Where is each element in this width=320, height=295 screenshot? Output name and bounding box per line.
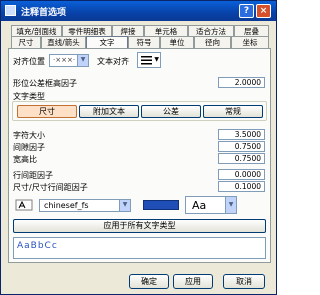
window-title: 注释首选项 [21, 8, 67, 18]
dim-line-spacing-factor-input[interactable]: 0.1000 [218, 181, 265, 192]
alignment-position-dropdown[interactable]: ·×××· ▼ [49, 54, 89, 67]
tab-units[interactable]: 单位 [160, 36, 194, 48]
gap-factor-input[interactable]: 0.7500 [218, 141, 265, 152]
tab-line-arrow[interactable]: 直线/箭头 [41, 36, 86, 48]
chevron-down-icon: ▼ [77, 55, 88, 66]
cancel-button[interactable]: 取消 [223, 274, 265, 289]
text-preview-area: AaBbCc [13, 237, 266, 259]
preview-text: AaBbCc [17, 241, 58, 251]
font-dropdown[interactable]: chinesef_fs ▼ [39, 199, 131, 212]
text-type-appended-text-button[interactable]: 附加文本 [79, 105, 139, 118]
tab-row-2: 尺寸 直线/箭头 文字 符号 单位 径向 坐标 [11, 36, 269, 49]
alignment-position-label: 对齐位置 [13, 57, 45, 66]
char-size-input[interactable]: 3.5000 [218, 129, 265, 140]
app-icon [5, 5, 16, 16]
text-style-icon [15, 199, 33, 211]
text-justify-dropdown[interactable]: ▼ [137, 52, 161, 68]
tab-symbol[interactable]: 符号 [128, 36, 160, 48]
tab-dimension[interactable]: 尺寸 [11, 36, 41, 48]
aspect-ratio-label: 宽高比 [13, 155, 37, 164]
title-bar[interactable]: 注释首选项 ? × [1, 1, 276, 21]
font-icon [15, 199, 35, 211]
dim-line-spacing-factor-label: 尺寸/尺寸行间距因子 [13, 183, 88, 192]
annotation-preferences-dialog: 注释首选项 ? × 填充/剖面线 零件明细表 焊接 单元格 适合方法 层叠 尺寸… [0, 0, 277, 295]
text-type-group: 尺寸 附加文本 公差 常规 [12, 101, 267, 121]
chevron-down-icon: ▼ [225, 197, 236, 213]
font-style-dropdown[interactable]: Aa ▼ [185, 196, 237, 214]
tolerance-frame-factor-input[interactable]: 2.0000 [218, 77, 265, 88]
color-swatch[interactable] [143, 200, 179, 210]
text-settings-panel: 对齐位置 ·×××· ▼ 文本对齐 ▼ 形位公差框高因子 2.0000 文字类型… [8, 48, 271, 263]
text-type-dimension-button[interactable]: 尺寸 [17, 105, 77, 118]
tab-radial[interactable]: 径向 [194, 36, 231, 48]
line-spacing-factor-label: 行间距因子 [13, 171, 53, 180]
ok-button[interactable]: 确定 [129, 274, 169, 289]
chevron-down-icon: ▼ [119, 200, 130, 211]
tab-coordinate[interactable]: 坐标 [231, 36, 269, 48]
char-size-label: 字符大小 [13, 131, 45, 140]
chevron-down-icon: ▼ [154, 56, 159, 63]
font-value: chinesef_fs [44, 201, 89, 210]
apply-button[interactable]: 应用 [173, 274, 213, 289]
font-style-preview: Aa [192, 199, 207, 212]
text-type-general-button[interactable]: 常规 [203, 105, 263, 118]
alignment-position-value: ·×××· [53, 56, 76, 64]
tolerance-frame-factor-label: 形位公差框高因子 [13, 79, 77, 88]
align-lines-icon [141, 56, 152, 65]
gap-factor-label: 间隙因子 [13, 143, 45, 152]
help-button[interactable]: ? [239, 4, 254, 18]
line-spacing-factor-input[interactable]: 0.0000 [218, 169, 265, 180]
text-justify-label: 文本对齐 [97, 57, 129, 66]
close-button[interactable]: × [256, 4, 271, 18]
aspect-ratio-input[interactable]: 0.7500 [218, 153, 265, 164]
text-type-tolerance-button[interactable]: 公差 [141, 105, 201, 118]
apply-to-all-text-types-button[interactable]: 应用于所有文字类型 [13, 219, 266, 233]
